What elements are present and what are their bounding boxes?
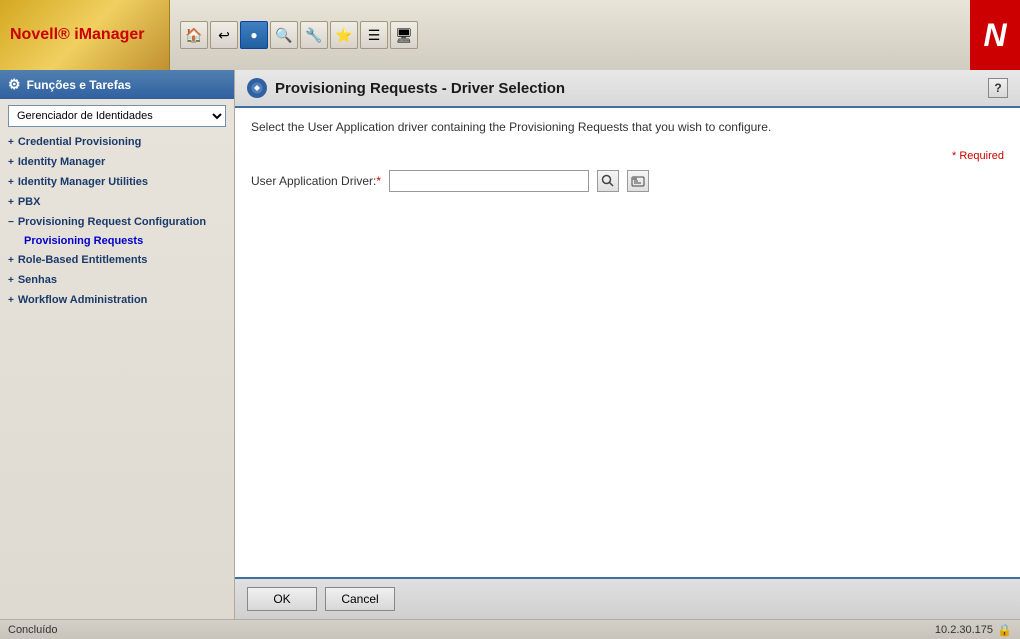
expand-icon: + — [8, 137, 14, 148]
sidebar-item-provisioning-config[interactable]: − Provisioning Request Configuration — [0, 213, 234, 231]
sidebar-item-workflow[interactable]: + Workflow Administration — [0, 291, 234, 309]
sidebar-item-role-based[interactable]: + Role-Based Entitlements — [0, 251, 234, 269]
sidebar: ⚙ Funções e Tarefas Gerenciador de Ident… — [0, 70, 235, 619]
credential-provisioning-link[interactable]: Credential Provisioning — [18, 136, 141, 148]
role-based-link[interactable]: Role-Based Entitlements — [18, 254, 148, 266]
expand-icon-3: + — [8, 177, 14, 188]
workflow-link[interactable]: Workflow Administration — [18, 294, 148, 306]
driver-form-row: User Application Driver:* — [251, 170, 1004, 192]
tasks-toolbar-btn[interactable]: ● — [240, 21, 268, 49]
ok-button[interactable]: OK — [247, 587, 317, 611]
home-toolbar-btn[interactable]: 🏠 — [180, 21, 208, 49]
sidebar-section-identity-manager: + Identity Manager — [0, 153, 234, 171]
identity-manager-utilities-link[interactable]: Identity Manager Utilities — [18, 176, 148, 188]
search-driver-button[interactable] — [597, 170, 619, 192]
expand-icon-5: − — [8, 217, 14, 228]
sidebar-section-credential: + Credential Provisioning — [0, 133, 234, 151]
form-section: User Application Driver:* — [251, 170, 1004, 192]
identity-selector: Gerenciador de Identidades — [8, 105, 226, 127]
expand-icon-6: + — [8, 255, 14, 266]
sidebar-item-pbx[interactable]: + PBX — [0, 193, 234, 211]
provisioning-config-link[interactable]: Provisioning Request Configuration — [18, 216, 206, 228]
driver-input[interactable] — [389, 170, 589, 192]
imanager-product: iManager — [70, 26, 145, 43]
sidebar-section-identity-manager-utilities: + Identity Manager Utilities — [0, 173, 234, 191]
senhas-link[interactable]: Senhas — [18, 274, 57, 286]
cancel-button[interactable]: Cancel — [325, 587, 395, 611]
provisioning-requests-link[interactable]: Provisioning Requests — [24, 235, 143, 247]
page-title: Provisioning Requests - Driver Selection — [275, 80, 565, 97]
description-text: Select the User Application driver conta… — [251, 120, 1004, 134]
sidebar-item-identity-manager[interactable]: + Identity Manager — [0, 153, 234, 171]
search-toolbar-btn[interactable]: 🔍 — [270, 21, 298, 49]
logo-text: Novell® iManager — [10, 26, 145, 44]
driver-label: User Application Driver:* — [251, 174, 381, 188]
expand-icon-8: + — [8, 295, 14, 306]
identity-dropdown[interactable]: Gerenciador de Identidades — [8, 105, 226, 127]
novell-logo: N — [970, 0, 1020, 70]
help-button[interactable]: ? — [988, 78, 1008, 98]
back-toolbar-btn[interactable]: ↩ — [210, 21, 238, 49]
sidebar-section-pbx: + PBX — [0, 193, 234, 211]
bottom-bar: OK Cancel — [235, 577, 1020, 619]
sidebar-header-icon: ⚙ — [8, 76, 21, 93]
content-body: Select the User Application driver conta… — [235, 108, 1020, 577]
sidebar-item-credential-provisioning[interactable]: + Credential Provisioning — [0, 133, 234, 151]
logo-area: Novell® iManager — [0, 0, 170, 70]
content-area: Provisioning Requests - Driver Selection… — [235, 70, 1020, 619]
status-bar: Concluído 10.2.30.175 🔒 — [0, 619, 1020, 639]
list-toolbar-btn[interactable]: ☰ — [360, 21, 388, 49]
identity-manager-link[interactable]: Identity Manager — [18, 156, 105, 168]
sidebar-header-label: Funções e Tarefas — [27, 78, 131, 92]
ip-address: 10.2.30.175 — [935, 624, 993, 636]
toolbar-area: 🏠 ↩ ● 🔍 🔧 ⭐ ☰ 🖥 — [170, 0, 1020, 70]
view-toolbar-btn[interactable]: 🖥 — [390, 21, 418, 49]
sidebar-sub-provisioning-requests[interactable]: Provisioning Requests — [0, 231, 234, 249]
status-text: Concluído — [8, 624, 58, 636]
required-star: * — [376, 174, 381, 188]
sidebar-section-senhas: + Senhas — [0, 271, 234, 289]
sidebar-section-role-based: + Role-Based Entitlements — [0, 251, 234, 269]
page-title-area: Provisioning Requests - Driver Selection — [247, 78, 565, 98]
bookmarks-toolbar-btn[interactable]: ⭐ — [330, 21, 358, 49]
pbx-link[interactable]: PBX — [18, 196, 41, 208]
expand-icon-2: + — [8, 157, 14, 168]
sidebar-item-identity-manager-utilities[interactable]: + Identity Manager Utilities — [0, 173, 234, 191]
sidebar-header: ⚙ Funções e Tarefas — [0, 70, 234, 99]
sidebar-section-provisioning-config: − Provisioning Request Configuration Pro… — [0, 213, 234, 249]
sidebar-section-workflow: + Workflow Administration — [0, 291, 234, 309]
browse-driver-button[interactable] — [627, 170, 649, 192]
expand-icon-7: + — [8, 275, 14, 286]
page-icon — [247, 78, 267, 98]
status-right: 10.2.30.175 🔒 — [935, 623, 1012, 637]
lock-icon: 🔒 — [997, 623, 1012, 637]
content-header: Provisioning Requests - Driver Selection… — [235, 70, 1020, 108]
expand-icon-4: + — [8, 197, 14, 208]
configure-toolbar-btn[interactable]: 🔧 — [300, 21, 328, 49]
required-note: * Required — [251, 150, 1004, 162]
novell-brand: Novell® — [10, 26, 70, 43]
sidebar-item-senhas[interactable]: + Senhas — [0, 271, 234, 289]
